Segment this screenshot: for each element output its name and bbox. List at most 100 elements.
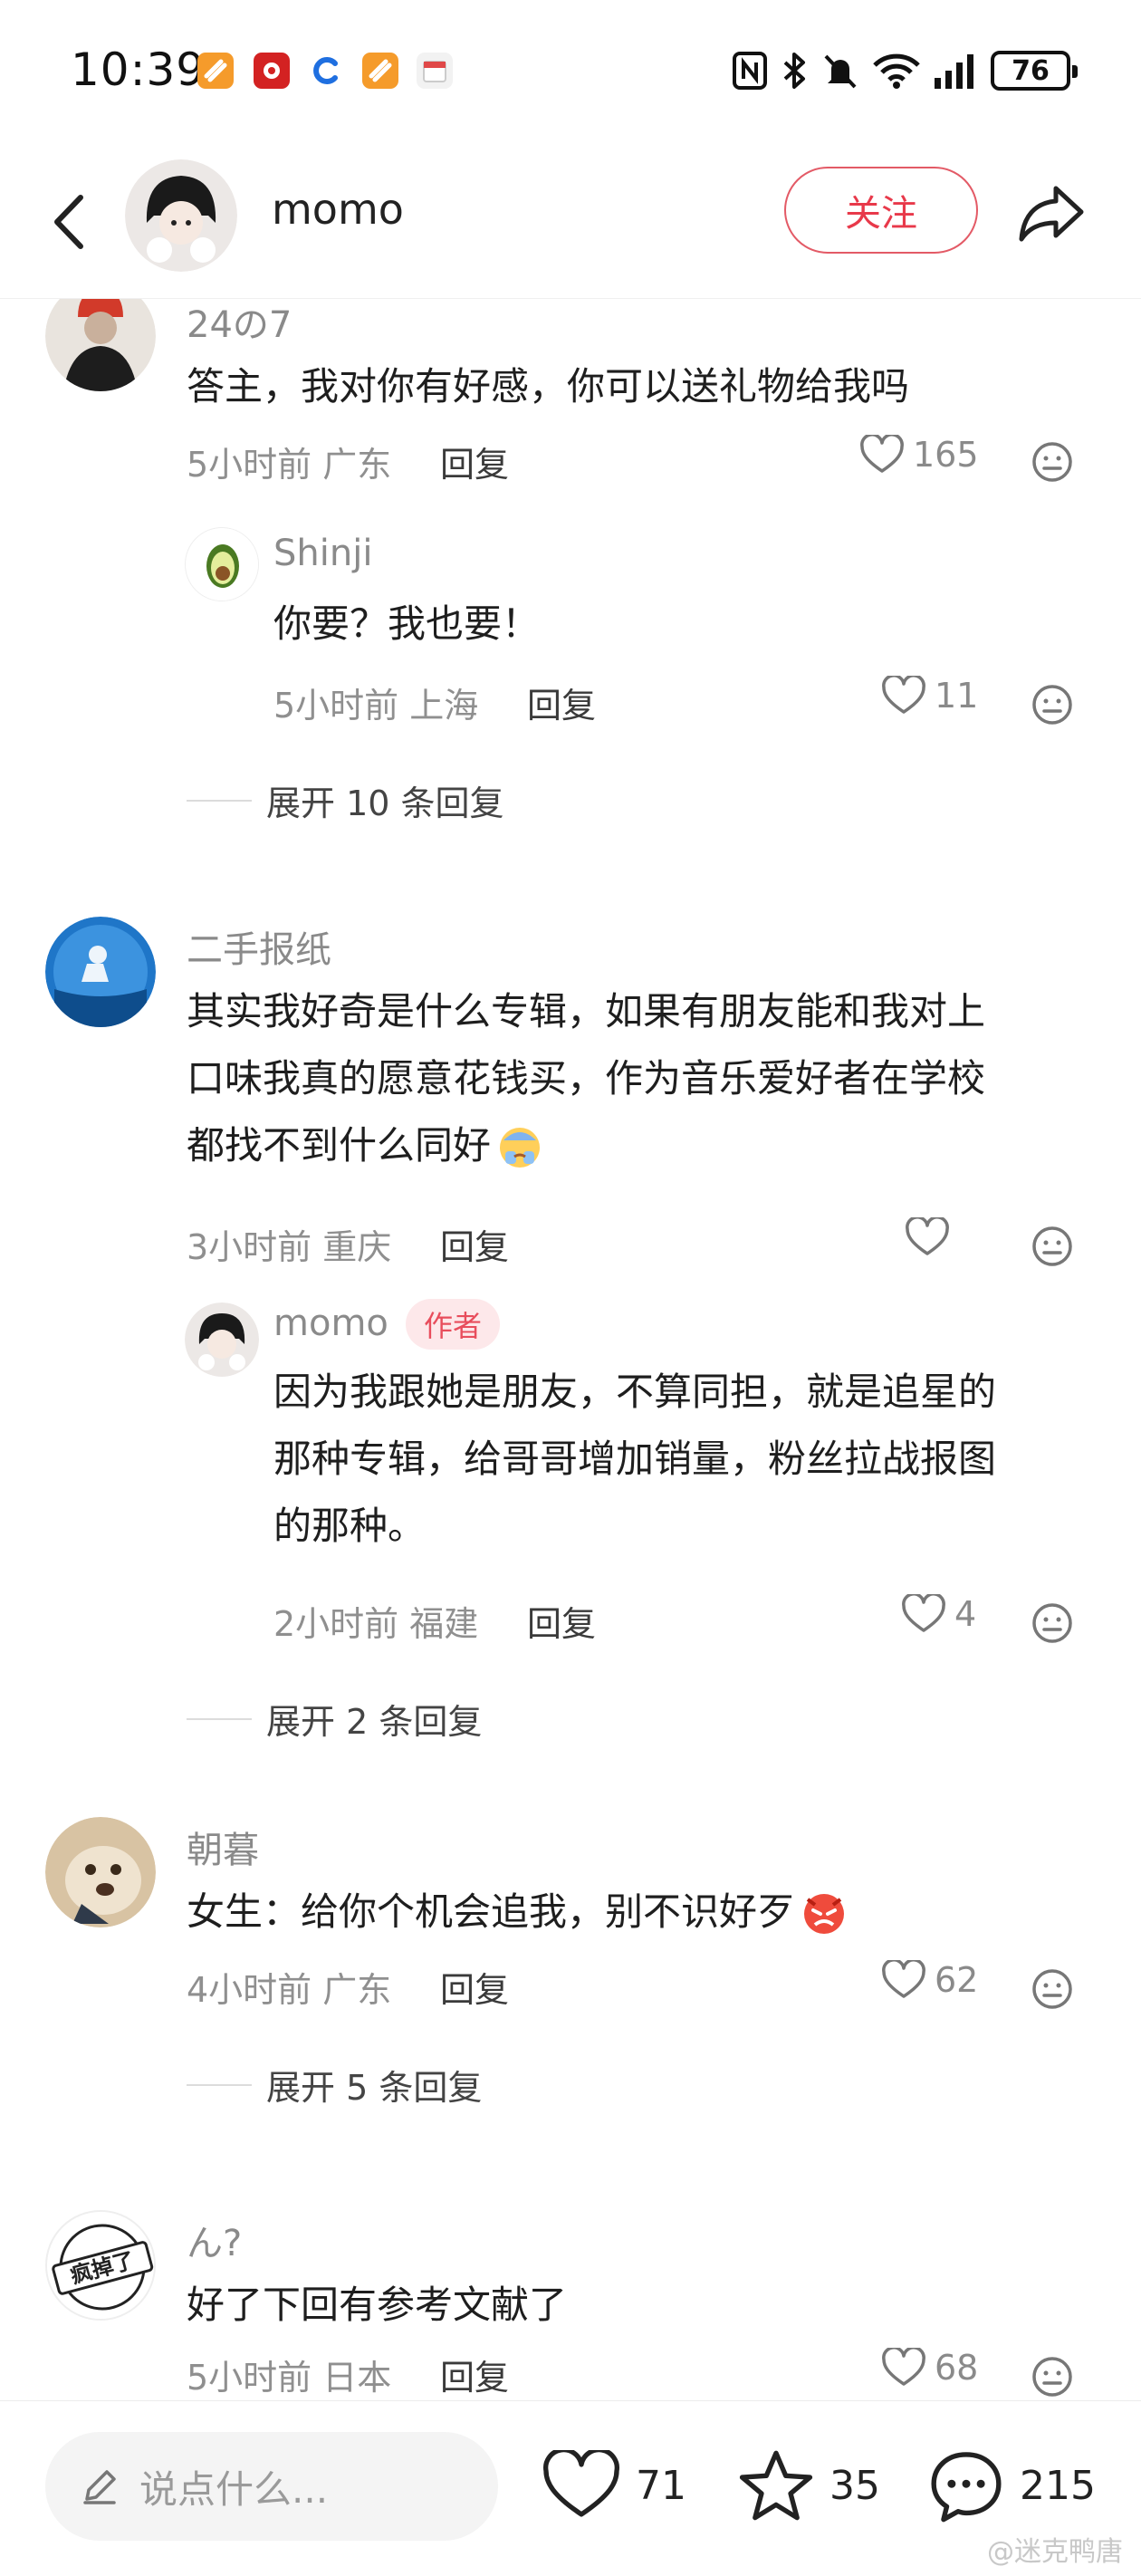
like-count: 165 bbox=[913, 435, 979, 475]
heart-icon bbox=[902, 1594, 945, 1632]
heart-icon bbox=[860, 435, 904, 473]
reply-button[interactable]: 回复 bbox=[527, 678, 596, 727]
video-notif-icon bbox=[254, 53, 290, 89]
nfc-icon bbox=[733, 52, 767, 90]
bluetooth-icon bbox=[783, 53, 805, 89]
reply-username[interactable]: momo bbox=[273, 1302, 388, 1344]
reply-meta: 5小时前 上海 bbox=[273, 678, 478, 727]
author-badge: 作者 bbox=[406, 1299, 501, 1350]
emoji-reaction-icon[interactable] bbox=[1031, 440, 1074, 484]
comment-username[interactable]: ん? bbox=[187, 2214, 242, 2266]
author-avatar[interactable] bbox=[125, 159, 237, 272]
back-button[interactable] bbox=[36, 181, 100, 263]
heart-icon bbox=[882, 676, 925, 714]
comment-text-line: 都找不到什么同好 bbox=[187, 1123, 492, 1168]
reply-username[interactable]: Shinji bbox=[273, 533, 372, 574]
calendar-notif-icon bbox=[417, 53, 453, 89]
emoji-reaction-icon[interactable] bbox=[1031, 683, 1074, 726]
expand-replies-button[interactable]: 展开 10 条回复 bbox=[187, 775, 504, 825]
like-button[interactable]: 165 bbox=[860, 435, 979, 475]
comment-bubble-icon bbox=[931, 2452, 1002, 2523]
comment-text: 其实我好奇是什么专辑，如果有朋友能和我对上 口味我真的愿意花钱买，作为音乐爱好者… bbox=[187, 978, 985, 1179]
comment-location: 广东 bbox=[322, 1970, 392, 2010]
sweat-emoji-icon bbox=[500, 1128, 541, 1168]
comment-input-placeholder: 说点什么... bbox=[139, 2466, 329, 2512]
expand-replies-label: 展开 10 条回复 bbox=[266, 783, 504, 823]
reply-meta: 2小时前 福建 bbox=[273, 1596, 478, 1646]
expand-replies-label: 展开 2 条回复 bbox=[266, 1702, 483, 1742]
comment-time: 5小时前 bbox=[187, 2358, 312, 2398]
reply-text-line: 那种专辑，给哥哥增加销量，粉丝拉战报图 bbox=[273, 1437, 997, 1481]
like-button[interactable]: 11 bbox=[882, 676, 978, 716]
comment-text: 好了下回有参考文献了 bbox=[187, 2283, 568, 2327]
expand-replies-label: 展开 5 条回复 bbox=[266, 2068, 483, 2108]
app-notif-icon bbox=[362, 53, 398, 89]
emoji-reaction-icon[interactable] bbox=[1031, 1601, 1074, 1645]
expand-replies-button[interactable]: 展开 5 条回复 bbox=[187, 2060, 482, 2110]
emoji-reaction-icon[interactable] bbox=[1031, 1225, 1074, 1268]
comment-meta: 3小时前 重庆 bbox=[187, 1219, 391, 1269]
like-button[interactable] bbox=[906, 1217, 958, 1257]
author-reply-avatar[interactable] bbox=[185, 1302, 259, 1377]
like-button[interactable]: 4 bbox=[902, 1594, 976, 1634]
reply-time: 2小时前 bbox=[273, 1604, 399, 1644]
commenter-avatar[interactable] bbox=[45, 299, 156, 391]
comment-location: 日本 bbox=[322, 2358, 392, 2398]
comment-username[interactable]: 朝暮 bbox=[187, 1821, 259, 1873]
divider-line bbox=[187, 2083, 252, 2086]
mute-icon bbox=[824, 54, 857, 89]
reply-button[interactable]: 回复 bbox=[440, 1962, 509, 2012]
reply-text: 因为我跟她是朋友，不算同担，就是追星的 那种专辑，给哥哥增加销量，粉丝拉战报图 … bbox=[273, 1359, 996, 1560]
emoji-reaction-icon[interactable] bbox=[1031, 1967, 1074, 2011]
follow-button[interactable]: 关注 bbox=[784, 167, 978, 254]
post-like-count: 71 bbox=[636, 2462, 686, 2509]
heart-icon bbox=[882, 1960, 925, 1998]
reply-location: 福建 bbox=[409, 1604, 479, 1644]
status-time: 10:39 bbox=[71, 43, 206, 96]
comment-location: 广东 bbox=[322, 445, 392, 485]
wifi-icon bbox=[873, 53, 920, 89]
reply-button[interactable]: 回复 bbox=[527, 1596, 596, 1646]
battery-icon: 76 bbox=[991, 51, 1078, 91]
watermark: @迷克鸭唐 bbox=[987, 2536, 1123, 2568]
chevron-left-icon bbox=[54, 195, 83, 249]
post-collect-button[interactable]: 35 bbox=[737, 2436, 880, 2535]
like-count: 62 bbox=[935, 1960, 979, 2000]
comment-time: 5小时前 bbox=[187, 445, 312, 485]
status-icons: 76 bbox=[732, 47, 1078, 94]
comment-text-line: 其实我好奇是什么专辑，如果有朋友能和我对上 bbox=[187, 989, 986, 1033]
reply-text-line: 的那种。 bbox=[273, 1504, 427, 1548]
reply-button[interactable]: 回复 bbox=[440, 1219, 509, 1269]
comment-text: 女生：给你个机会追我，别不识好歹 bbox=[187, 1889, 796, 1934]
comment-username[interactable]: 二手报纸 bbox=[187, 920, 331, 973]
reply-time: 5小时前 bbox=[273, 686, 399, 726]
reply-button[interactable]: 回复 bbox=[440, 437, 509, 486]
expand-replies-button[interactable]: 展开 2 条回复 bbox=[187, 1694, 482, 1744]
commenter-avatar[interactable] bbox=[45, 917, 156, 1027]
comment-list[interactable]: 24の7 答主，我对你有好感，你可以送礼物给我吗 5小时前 广东 回复 165 … bbox=[0, 299, 1141, 2400]
post-like-button[interactable]: 71 bbox=[542, 2436, 686, 2535]
post-comment-count: 215 bbox=[1020, 2462, 1096, 2509]
comment-input[interactable]: 说点什么... bbox=[45, 2432, 498, 2541]
reply-button[interactable]: 回复 bbox=[440, 2350, 509, 2399]
star-icon bbox=[739, 2450, 813, 2521]
like-button[interactable]: 62 bbox=[882, 1960, 978, 2000]
commenter-avatar[interactable] bbox=[45, 1817, 156, 1927]
comment-location: 重庆 bbox=[322, 1227, 392, 1267]
author-name[interactable]: momo bbox=[272, 185, 404, 234]
like-button[interactable]: 68 bbox=[882, 2348, 978, 2388]
post-comment-button[interactable]: 215 bbox=[927, 2436, 1096, 2535]
comment-text-wrap: 女生：给你个机会追我，别不识好歹 bbox=[187, 1879, 849, 1946]
comment-username[interactable]: 24の7 bbox=[187, 299, 292, 348]
reply-text-line: 因为我跟她是朋友，不算同担，就是追星的 bbox=[273, 1370, 997, 1414]
share-button[interactable] bbox=[1014, 176, 1088, 250]
replier-avatar[interactable] bbox=[185, 527, 259, 601]
reply-location: 上海 bbox=[409, 686, 479, 726]
commenter-avatar[interactable]: 疯掉了 bbox=[45, 2210, 156, 2321]
divider-line bbox=[187, 1717, 252, 1720]
post-collect-count: 35 bbox=[829, 2462, 880, 2509]
comment-meta: 5小时前 日本 bbox=[187, 2350, 391, 2399]
comment-text-line: 口味我真的愿意花钱买，作为音乐爱好者在学校 bbox=[187, 1056, 986, 1101]
bottom-action-bar: 说点什么... 71 35 215 @迷克鸭唐 bbox=[0, 2400, 1141, 2576]
emoji-reaction-icon[interactable] bbox=[1031, 2355, 1074, 2398]
